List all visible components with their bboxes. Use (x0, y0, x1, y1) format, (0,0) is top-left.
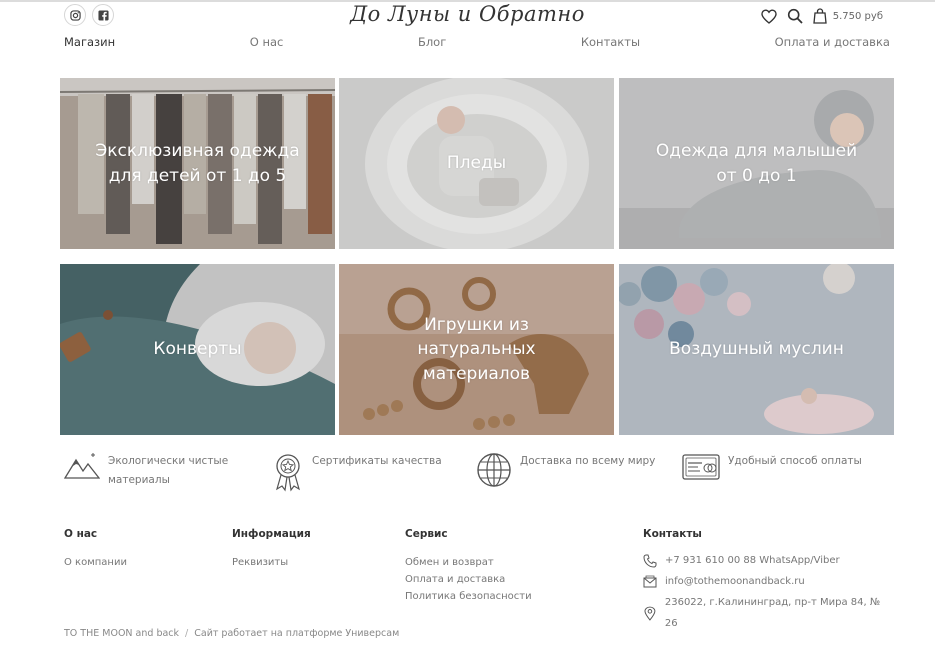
separator: / (185, 628, 189, 639)
phone-number[interactable]: +7 931 610 00 88 WhatsApp/Viber (665, 550, 840, 571)
footer-heading: О нас (64, 528, 98, 540)
footer-heading: Информация (232, 528, 311, 540)
map-pin-icon (644, 606, 656, 621)
credit-card-icon (682, 454, 720, 480)
category-tile-envelopes[interactable]: Конверты (60, 264, 335, 435)
email-address[interactable]: info@tothemoonandback.ru (665, 571, 805, 592)
feature-worldwide-delivery: Доставка по всему миру (476, 452, 655, 488)
nav-item-about[interactable]: О нас (250, 35, 284, 49)
heart-icon[interactable] (761, 8, 777, 24)
footer-link-privacy[interactable]: Политика безопасности (405, 588, 532, 605)
feature-text: Сертификаты качества (312, 455, 442, 467)
nav-item-contacts[interactable]: Контакты (581, 35, 640, 49)
footer-info: Информация Реквизиты (232, 528, 311, 571)
platform-note[interactable]: Сайт работает на платформе Универсам (194, 628, 399, 639)
category-label: Пледы (446, 153, 507, 174)
main-nav: Магазин О нас Блог Контакты Оплата и дос… (64, 35, 890, 49)
footer-heading: Сервис (405, 528, 448, 540)
copyright-brand: TO THE MOON and back (64, 628, 180, 639)
cart-total[interactable]: 5.750 руб (833, 11, 883, 22)
footer-link-about-company[interactable]: О компании (64, 554, 127, 571)
category-label: Одежда для малышей от 0 до 1 (655, 140, 858, 186)
mountains-icon (64, 453, 100, 479)
postal-address: 236022, г.Калининград, пр-т Мира 84, № 2… (664, 597, 881, 629)
footer-contacts: Контакты +7 931 610 00 88 WhatsApp/Viber… (643, 528, 894, 634)
nav-item-payment-delivery[interactable]: Оплата и доставка (775, 35, 890, 49)
nav-item-blog[interactable]: Блог (418, 35, 446, 49)
shopping-bag-icon[interactable] (813, 8, 827, 24)
category-tile-baby-clothing[interactable]: Одежда для малышей от 0 до 1 (619, 78, 894, 249)
footer-service: Сервис Обмен и возврат Оплата и доставка… (405, 528, 532, 605)
contact-address: 236022, г.Калининград, пр-т Мира 84, № 2… (643, 592, 894, 634)
category-label: Игрушки из натуральных материалов (417, 314, 536, 384)
search-icon[interactable] (787, 8, 803, 24)
category-tile-muslin[interactable]: Воздушный муслин (619, 264, 894, 435)
footer-heading: Контакты (643, 528, 702, 540)
globe-icon (477, 453, 511, 487)
nav-item-shop[interactable]: Магазин (64, 35, 115, 49)
category-tile-blankets[interactable]: Пледы (339, 78, 614, 249)
category-label: Эксклюзивная одежда для детей от 1 до 5 (95, 140, 300, 186)
footer-link-requisites[interactable]: Реквизиты (232, 554, 311, 571)
mail-icon (643, 575, 657, 588)
feature-text: Доставка по всему миру (520, 455, 656, 467)
award-icon (276, 454, 300, 492)
feature-payment: Удобный способ оплаты (682, 452, 862, 482)
category-tile-kids-clothing[interactable]: Эксклюзивная одежда для детей от 1 до 5 (60, 78, 335, 249)
footer-link-payment-delivery[interactable]: Оплата и доставка (405, 571, 532, 588)
phone-icon (643, 554, 657, 568)
footer-link-returns[interactable]: Обмен и возврат (405, 554, 532, 571)
category-tile-natural-toys[interactable]: Игрушки из натуральных материалов (339, 264, 614, 435)
feature-text: Экологически чистые материалы (108, 455, 229, 486)
feature-text: Удобный способ оплаты (728, 455, 862, 467)
header-actions: 5.750 руб (761, 8, 883, 24)
copyright: TO THE MOON and back / Сайт работает на пл… (64, 628, 399, 639)
contact-email: info@tothemoonandback.ru (643, 571, 894, 592)
footer-about: О нас О компании (64, 528, 127, 571)
category-label: Конверты (153, 339, 242, 360)
features-row: Экологически чистые материалы Сертификат… (64, 452, 894, 502)
feature-eco: Экологически чистые материалы (64, 452, 238, 490)
category-label: Воздушный муслин (669, 339, 844, 360)
contact-phone: +7 931 610 00 88 WhatsApp/Viber (643, 550, 894, 571)
feature-certificates: Сертификаты качества (272, 452, 442, 492)
